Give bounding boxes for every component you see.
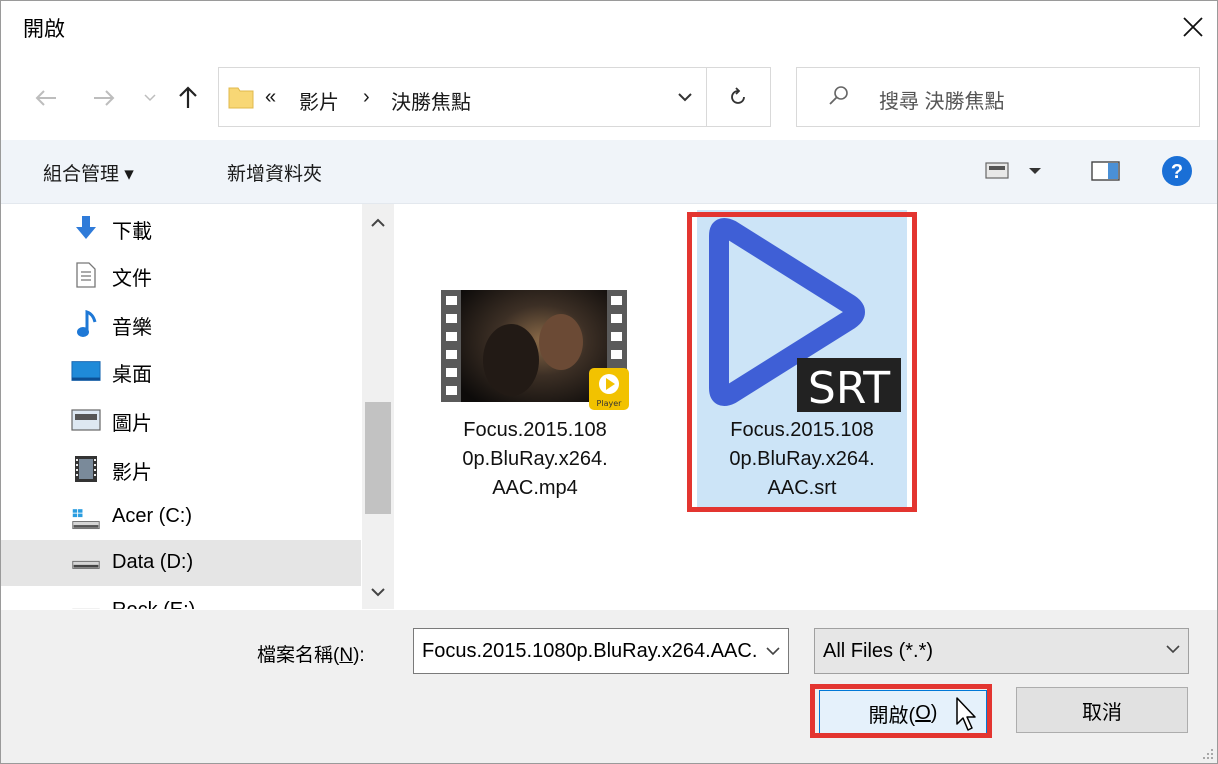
- new-folder-button[interactable]: 新增資料夾: [227, 159, 322, 186]
- nav-item-pictures[interactable]: 圖片: [1, 396, 361, 442]
- breadcrumb-overflow[interactable]: «: [265, 86, 276, 109]
- preview-pane-button[interactable]: [1091, 160, 1121, 187]
- breadcrumb-current-folder[interactable]: 決勝焦點: [391, 86, 471, 115]
- srt-badge-text: SRT: [808, 363, 890, 412]
- nav-item-drive-d[interactable]: Data (D:): [1, 540, 361, 586]
- chevron-down-icon: [678, 92, 692, 101]
- drive-icon: [71, 599, 101, 609]
- forward-arrow-icon: [94, 90, 115, 106]
- scroll-thumb[interactable]: [365, 402, 391, 514]
- command-bar: 組合管理 ▾ 新增資料夾 ?: [1, 140, 1217, 204]
- search-icon: [829, 86, 848, 105]
- desktop-icon: [71, 358, 101, 384]
- address-history-dropdown[interactable]: [665, 82, 705, 112]
- title-bar: 開啟: [1, 1, 1217, 53]
- filename-dropdown[interactable]: [758, 629, 788, 673]
- filename-label: 檔案名稱(N):: [257, 645, 365, 666]
- chevron-down-icon: [766, 646, 780, 655]
- videos-icon: [71, 456, 101, 482]
- close-icon: [1183, 17, 1203, 37]
- srt-play-icon: SRT: [709, 218, 901, 414]
- help-icon: ?: [1162, 156, 1192, 186]
- drive-icon: [71, 551, 101, 577]
- up-button[interactable]: [171, 81, 205, 115]
- chevron-up-icon: [371, 218, 385, 227]
- nav-item-label: Acer (C:): [112, 505, 192, 527]
- nav-item-label: 影片: [112, 462, 152, 484]
- nav-item-drive-c[interactable]: Acer (C:): [1, 494, 361, 540]
- breadcrumb-videos[interactable]: 影片: [299, 86, 339, 115]
- organize-menu[interactable]: 組合管理 ▾: [43, 159, 134, 186]
- forward-button[interactable]: [87, 81, 121, 115]
- nav-item-music[interactable]: 音樂: [1, 300, 361, 346]
- open-file-dialog: 開啟 « 影片 › 決勝焦點 搜尋 決勝焦點 組合管理 ▾ 新增資料夾 ? 下載…: [0, 0, 1218, 764]
- file-name: Focus.2015.108 0p.BluRay.x264. AAC.srt: [729, 419, 875, 499]
- recent-locations-button[interactable]: [135, 81, 165, 115]
- refresh-button[interactable]: [707, 68, 769, 126]
- nav-item-downloads[interactable]: 下載: [1, 204, 361, 250]
- file-type-select[interactable]: All Files (*.*): [814, 628, 1189, 674]
- nav-item-label: 下載: [112, 221, 152, 243]
- refresh-icon: [731, 87, 745, 104]
- file-list: Player Focus.2015.108 0p.BluRay.x264. AA…: [395, 204, 1217, 609]
- download-arrow-icon: [71, 215, 101, 241]
- breadcrumb-separator: ›: [363, 86, 370, 108]
- preview-pane-icon: [1091, 161, 1120, 181]
- folder-icon: [228, 87, 254, 109]
- music-note-icon: [71, 310, 101, 337]
- nav-item-label: 音樂: [112, 317, 152, 339]
- document-icon: [71, 262, 101, 288]
- srt-thumbnail: SRT: [701, 216, 901, 417]
- system-drive-icon: [71, 505, 101, 531]
- video-thumbnail: Player: [441, 290, 631, 419]
- file-item-mp4[interactable]: Player Focus.2015.108 0p.BluRay.x264. AA…: [435, 210, 635, 510]
- svg-text:?: ?: [1171, 161, 1183, 183]
- search-box[interactable]: 搜尋 決勝焦點: [796, 67, 1200, 127]
- nav-item-label: 文件: [112, 268, 152, 290]
- nav-item-label: Data (D:): [112, 551, 194, 573]
- nav-item-documents[interactable]: 文件: [1, 251, 361, 297]
- nav-item-desktop[interactable]: 桌面: [1, 347, 361, 393]
- pictures-icon: [71, 407, 101, 433]
- nav-scrollbar[interactable]: [362, 204, 394, 609]
- resize-grip-icon[interactable]: [1201, 747, 1215, 761]
- change-view-button[interactable]: [985, 160, 1043, 187]
- search-placeholder: 搜尋 決勝焦點: [879, 91, 1005, 113]
- up-arrow-icon: [179, 86, 197, 108]
- window-title: 開啟: [23, 18, 65, 41]
- svg-text:Player: Player: [597, 399, 623, 408]
- footer-area: 檔案名稱(N): Focus.2015.1080p.BluRay.x264.AA…: [1, 610, 1217, 763]
- scroll-down-arrow[interactable]: [370, 584, 386, 600]
- video-film-icon: Player: [441, 290, 629, 410]
- file-name: Focus.2015.108 0p.BluRay.x264. AAC.mp4: [462, 419, 608, 499]
- nav-item-label: 圖片: [112, 413, 152, 435]
- nav-item-drive-e[interactable]: Rock (E:): [1, 588, 361, 609]
- nav-item-label: 桌面: [112, 364, 152, 386]
- chevron-down-icon: [144, 94, 156, 102]
- scroll-up-arrow[interactable]: [370, 214, 386, 230]
- nav-item-videos[interactable]: 影片: [1, 445, 361, 491]
- nav-item-label: Rock (E:): [112, 599, 195, 609]
- view-icon: [985, 162, 1041, 179]
- mouse-cursor-icon: [956, 697, 976, 731]
- close-button[interactable]: [1173, 7, 1213, 47]
- file-item-srt[interactable]: SRT Focus.2015.108 0p.BluRay.x264. AAC.s…: [697, 210, 907, 510]
- filename-input[interactable]: Focus.2015.1080p.BluRay.x264.AAC.srt: [422, 640, 780, 663]
- file-type-value: All Files (*.*): [823, 640, 934, 662]
- address-bar[interactable]: « 影片 › 決勝焦點: [218, 67, 771, 127]
- back-arrow-icon: [35, 90, 56, 106]
- chevron-down-icon: [1166, 641, 1180, 659]
- chevron-down-icon: [371, 587, 385, 596]
- back-button[interactable]: [29, 81, 63, 115]
- cancel-button[interactable]: 取消: [1016, 687, 1188, 733]
- help-button[interactable]: ?: [1161, 155, 1193, 192]
- navigation-pane: 下載 文件 音樂 桌面 圖片 影片 Acer (C:) Data (D:): [1, 204, 394, 609]
- filename-combobox[interactable]: Focus.2015.1080p.BluRay.x264.AAC.srt: [413, 628, 789, 674]
